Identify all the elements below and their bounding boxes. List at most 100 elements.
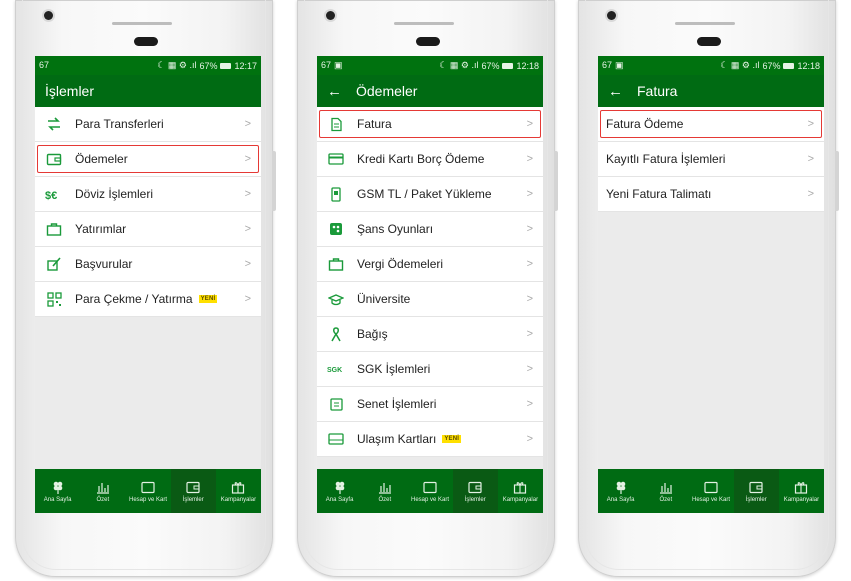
chevron-right-icon: > [526,153,533,165]
svg-text:SGK: SGK [327,367,342,374]
tab-hesap-ve-kart[interactable]: Hesap ve Kart [407,469,452,513]
menu-item-kredi-karti-borc-odeme[interactable]: Kredi Kartı Borç Ödeme > [317,142,543,177]
chevron-right-icon: > [526,363,533,375]
menu-item-odemeler[interactable]: Ödemeler > [35,142,261,177]
card-outline-icon [141,479,155,495]
credit-card-icon [327,153,345,165]
battery-icon [502,62,514,69]
menu-item-label: Üniversite [357,292,411,306]
lottery-icon [327,222,345,236]
tab-ozet[interactable]: Özet [80,469,125,513]
sensor-icon [697,37,721,46]
battery-percent: 67% [762,60,781,71]
document-icon [327,117,345,132]
tab-label: Kampanyalar [783,497,820,503]
menu-item-universite[interactable]: Üniversite > [317,282,543,317]
menu-item-yeni-fatura-talimati[interactable]: Yeni Fatura Talimatı > [598,177,824,212]
page-title: Fatura [637,83,678,99]
home-clover-icon [334,479,346,495]
menu-item-para-transferleri[interactable]: Para Transferleri > [35,107,261,142]
chevron-right-icon: > [244,118,251,130]
page-title: İşlemler [45,83,95,99]
ribbon-icon [327,326,345,342]
menu-item-gsm-tl-paket-yukleme[interactable]: GSM TL / Paket Yükleme > [317,177,543,212]
tab-ana-sayfa[interactable]: Ana Sayfa [35,469,80,513]
screen: 67 ☾ ▦ ⚙ .ıl 67% 12:17 İşlemler Para Tra… [35,56,261,513]
menu-item-kayitli-fatura-islemleri[interactable]: Kayıtlı Fatura İşlemleri > [598,142,824,177]
speaker-grille [675,22,735,25]
bottom-tab-bar: Ana Sayfa Özet Hesap ve Kart İşlemler Ka… [35,469,261,513]
back-arrow-icon[interactable]: ← [327,84,342,99]
menu-item-yatirimlar[interactable]: Yatırımlar > [35,212,261,247]
chevron-right-icon: > [526,433,533,445]
tab-ozet[interactable]: Özet [643,469,688,513]
graduation-cap-icon [327,293,345,306]
clock: 12:17 [234,60,257,71]
sensor-icon [134,37,158,46]
sgk-icon: SGK [327,364,345,374]
gift-icon [231,479,245,495]
tab-label: İşlemler [464,497,486,503]
camera-icon [326,11,335,20]
status-icons: ☾ ▦ ⚙ .ıl [157,60,197,70]
card-outline-icon [704,479,718,495]
speaker-grille [112,22,172,25]
tab-islemler[interactable]: İşlemler [452,469,498,513]
bottom-tab-bar: Ana Sayfa Özet Hesap ve Kart İşlemler Ka… [317,469,543,513]
back-arrow-icon[interactable]: ← [608,84,623,99]
menu-item-label: Döviz İşlemleri [75,187,154,201]
tab-hesap-ve-kart[interactable]: Hesap ve Kart [125,469,170,513]
menu-item-vergi-odemeleri[interactable]: Vergi Ödemeleri > [317,247,543,282]
menu-item-sgk-islemleri[interactable]: SGK SGK İşlemleri > [317,352,543,387]
tab-kampanyalar[interactable]: Kampanyalar [498,469,543,513]
tab-label: Kampanyalar [502,497,539,503]
note-icon [327,397,345,411]
tab-kampanyalar[interactable]: Kampanyalar [216,469,261,513]
sensor-icon [416,37,440,46]
battery-percent: 67% [199,60,218,71]
pen-icon [45,257,63,271]
menu-item-senet-islemleri[interactable]: Senet İşlemleri > [317,387,543,422]
tab-ozet[interactable]: Özet [362,469,407,513]
tab-kampanyalar[interactable]: Kampanyalar [779,469,824,513]
camera-icon [44,11,53,20]
phone-icon [327,186,345,202]
wallet-icon [45,152,63,166]
chevron-right-icon: > [244,223,251,235]
chevron-right-icon: > [244,258,251,270]
tab-ana-sayfa[interactable]: Ana Sayfa [598,469,643,513]
menu-item-label: Vergi Ödemeleri [357,257,444,271]
tab-hesap-ve-kart[interactable]: Hesap ve Kart [688,469,733,513]
menu-item-sans-oyunlari[interactable]: Şans Oyunları > [317,212,543,247]
tab-ana-sayfa[interactable]: Ana Sayfa [317,469,362,513]
camera-icon [607,11,616,20]
clock: 12:18 [516,60,539,71]
menu-item-para-cekme-yatirma[interactable]: Para Çekme / Yatırma YENİ > [35,282,261,317]
tab-islemler[interactable]: İşlemler [733,469,779,513]
menu-item-basvurular[interactable]: Başvurular > [35,247,261,282]
menu-item-fatura-odeme[interactable]: Fatura Ödeme > [598,107,824,142]
chevron-right-icon: > [526,223,533,235]
gift-icon [513,479,527,495]
briefcase-icon [327,257,345,271]
tab-label: Özet [659,497,673,503]
app-bar: ← Fatura [598,75,824,107]
menu-item-fatura[interactable]: Fatura > [317,107,543,142]
chevron-right-icon: > [526,188,533,200]
chevron-right-icon: > [807,188,814,200]
tab-islemler[interactable]: İşlemler [170,469,216,513]
tab-label: Hesap ve Kart [410,497,450,503]
menu-item-label: GSM TL / Paket Yükleme [357,187,492,201]
menu-list: Fatura Ödeme > Kayıtlı Fatura İşlemleri … [598,107,824,212]
currency-icon: $€ [45,187,63,201]
tab-label: Hesap ve Kart [128,497,168,503]
menu-item-label: Para Çekme / Yatırma [75,292,193,306]
bottom-tab-bar: Ana Sayfa Özet Hesap ve Kart İşlemler Ka… [598,469,824,513]
menu-item-bagis[interactable]: Bağış > [317,317,543,352]
new-badge: YENİ [442,435,462,443]
menu-item-ulasim-kartlari[interactable]: Ulaşım Kartları YENİ > [317,422,543,457]
home-clover-icon [52,479,64,495]
image-notification-icon: ▣ [615,60,624,70]
menu-item-doviz-islemleri[interactable]: $€ Döviz İşlemleri > [35,177,261,212]
menu-item-label: Ulaşım Kartları [357,432,437,446]
